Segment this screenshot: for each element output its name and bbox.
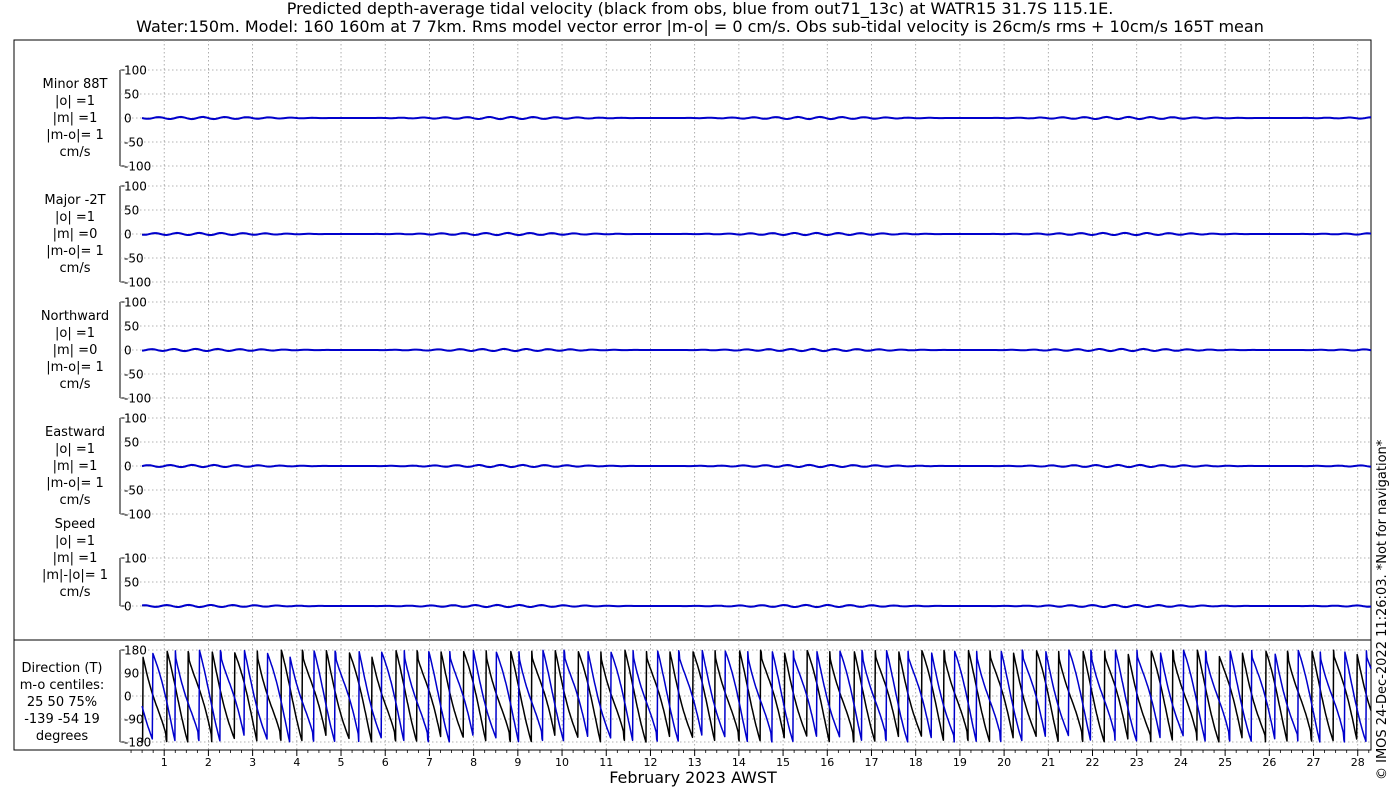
panel-label-north: Northward |o| =1 |m| =0 |m-o|= 1 cm/s [15, 308, 135, 393]
panel-label-line: cm/s [59, 376, 91, 392]
panel-label-direction: Direction (T) m-o centiles: 25 50 75% -139 … [2, 660, 122, 745]
y-tick-label: -180 [124, 736, 151, 750]
panel-label-line: |m-o|= 1 [46, 359, 104, 375]
panel-label-major: Major -2T |o| =1 |m| =0 |m-o|= 1 cm/s [15, 192, 135, 277]
upper-frame [13, 39, 1372, 641]
y-tick-label: -90 [124, 713, 144, 727]
y-tick-label: 0 [124, 690, 132, 704]
panel-label-line: |m-o|= 1 [46, 127, 104, 143]
y-tick-label: 0 [124, 600, 132, 614]
series-model-east [141, 463, 1372, 469]
panel-label-line: |m| =1 [52, 550, 98, 566]
panel-label-line: Minor 88T [42, 76, 108, 92]
panel-label-line: |o| =1 [54, 325, 95, 341]
panel-label-speed: Speed |o| =1 |m| =1 |m|-|o|= 1 cm/s [15, 516, 135, 601]
series-model-minor [141, 115, 1372, 121]
panel-label-line: Northward [40, 308, 110, 324]
panel-label-line: |o| =1 [54, 209, 95, 225]
copyright-note: © IMOS 24-Dec-2022 11:26:03. *Not for na… [1375, 439, 1390, 780]
panel-label-line: Speed [54, 516, 96, 532]
panel-label-line: |o| =1 [54, 93, 95, 109]
panel-label-line: Direction (T) [21, 660, 103, 676]
panel-label-line: cm/s [59, 492, 91, 508]
panel-label-minor: Minor 88T |o| =1 |m| =1 |m-o|= 1 cm/s [15, 76, 135, 161]
y-tick-label: -100 [124, 160, 151, 174]
panel-label-line: m-o centiles: [19, 677, 105, 693]
panel-label-line: cm/s [59, 260, 91, 276]
series-model-major [142, 231, 1372, 237]
panel-label-line: degrees [35, 728, 89, 744]
panel-label-line: cm/s [59, 584, 91, 600]
panel-label-line: |m-o|= 1 [46, 243, 104, 259]
panel-label-line: |m| =1 [52, 458, 98, 474]
y-tick-label: 90 [124, 667, 139, 681]
panel-label-line: |o| =1 [54, 533, 95, 549]
panel-label-line: |m| =0 [52, 226, 98, 242]
panel-label-line: cm/s [59, 144, 91, 160]
panel-label-line: |m| =0 [52, 342, 98, 358]
y-tick-label: 180 [124, 644, 147, 658]
panel-label-line: Eastward [44, 424, 106, 440]
series-model-speed [142, 603, 1372, 609]
panel-label-east: Eastward |o| =1 |m| =1 |m-o|= 1 cm/s [15, 424, 135, 509]
panel-label-line: Major -2T [44, 192, 106, 208]
panel-label-line: |m|-|o|= 1 [41, 567, 109, 583]
panel-label-line: 25 50 75% [26, 694, 98, 710]
x-axis-label: February 2023 AWST [609, 768, 777, 787]
panel-label-line: |m-o|= 1 [46, 475, 104, 491]
series-model-north [141, 347, 1372, 353]
y-tick-label: -100 [124, 276, 151, 290]
panel-label-line: |o| =1 [54, 441, 95, 457]
panel-label-line: -139 -54 19 [24, 711, 100, 727]
y-tick-label: -100 [124, 392, 151, 406]
tidal-velocity-chart: 1 2 3 4 5 6 7 8 9 10 11 12 13 14 15 16 17 18 19 20 21 22 23 24 2… [13, 39, 1372, 769]
panel-label-line: |m| =1 [52, 110, 98, 126]
